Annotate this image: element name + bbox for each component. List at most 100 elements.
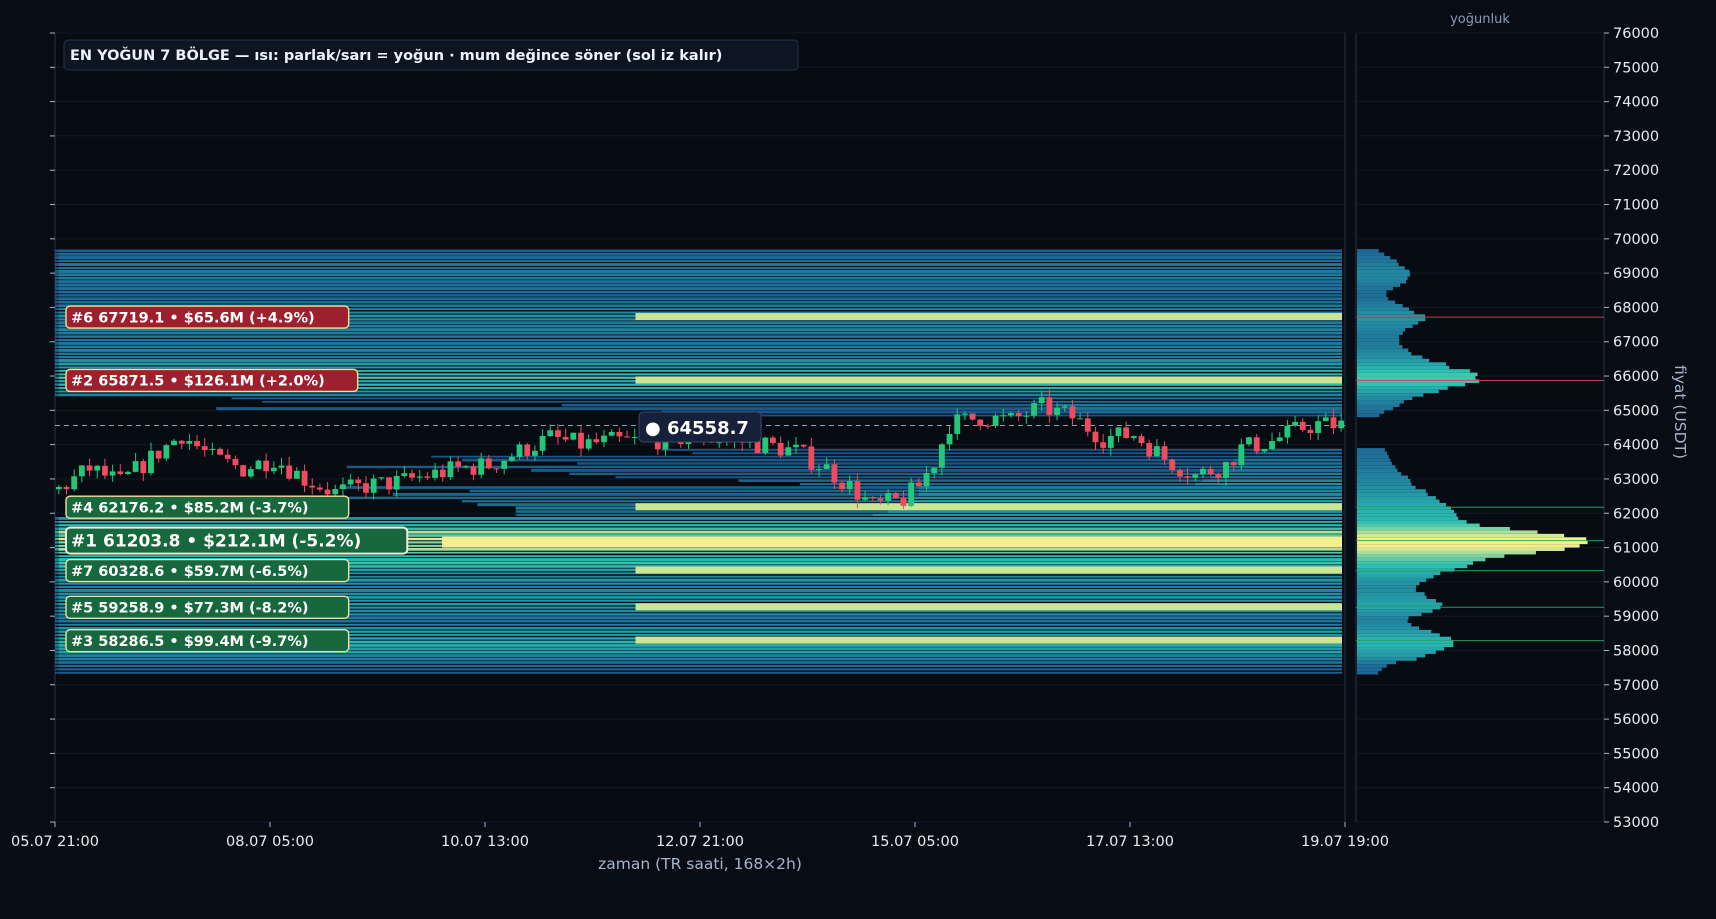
candle-body — [770, 437, 776, 443]
profile-bar — [1357, 482, 1412, 486]
profile-bar — [1357, 389, 1439, 394]
candle-body — [808, 446, 815, 470]
heat-band-trail — [431, 455, 1342, 458]
candle-body — [1261, 449, 1268, 452]
candle-body — [816, 468, 822, 470]
candle-body — [1061, 406, 1068, 408]
profile-bar — [1357, 585, 1417, 589]
candle-body — [194, 441, 200, 447]
profile-bar — [1357, 331, 1403, 335]
y-tick-label: 54000 — [1613, 781, 1659, 797]
candle-body — [1153, 446, 1160, 457]
profile-bar — [1357, 609, 1433, 613]
profile-bar — [1357, 317, 1426, 322]
profile-bar — [1357, 623, 1412, 627]
candle-body — [931, 467, 938, 473]
candle-body — [624, 436, 630, 438]
profile-bar — [1357, 547, 1565, 551]
profile-bar — [1357, 358, 1430, 363]
candle-body — [155, 450, 162, 459]
zone-band — [635, 636, 1342, 644]
profile-bar — [1357, 286, 1394, 291]
heat-band — [58, 283, 1343, 287]
candle-body — [555, 430, 561, 437]
x-tick-label: 08.07 05:00 — [226, 834, 314, 850]
y-tick-label: 61000 — [1613, 541, 1659, 557]
candle-body — [1146, 443, 1153, 457]
candle-body — [1292, 421, 1299, 426]
profile-bar — [1357, 533, 1565, 538]
candle-body — [1161, 446, 1168, 460]
candle-body — [1077, 418, 1084, 420]
candle-body — [570, 432, 577, 440]
profile-bar — [1357, 283, 1401, 287]
heat-band — [58, 287, 1343, 290]
candle-body — [293, 470, 300, 479]
candle-body — [255, 460, 262, 470]
profile-bar — [1357, 352, 1412, 356]
candle-body — [869, 497, 876, 499]
candle-body — [900, 497, 907, 507]
profile-bar — [1357, 485, 1416, 490]
y-tick-label: 63000 — [1613, 472, 1659, 488]
profile-bar — [1357, 465, 1396, 469]
profile-bar — [1357, 636, 1452, 641]
grid — [54, 32, 1605, 823]
y-tick-label: 60000 — [1613, 575, 1659, 591]
candle-body — [1276, 437, 1283, 442]
candle-body — [1023, 415, 1030, 417]
candle-body — [1069, 406, 1076, 419]
candle-body — [424, 476, 431, 478]
profile-bar — [1357, 396, 1413, 401]
heat-band — [58, 585, 1343, 589]
candle-body — [1008, 413, 1014, 416]
heat-band — [1241, 455, 1342, 458]
heat-band-trail — [346, 465, 1342, 469]
profile-bar — [1357, 513, 1457, 517]
profile-bar — [1357, 293, 1387, 298]
candle-body — [163, 445, 170, 459]
candle-body — [1107, 435, 1114, 448]
y-tick-label: 64000 — [1613, 438, 1659, 454]
profile-bar — [1357, 588, 1416, 593]
heat-band — [1202, 479, 1342, 482]
heat-band — [58, 661, 1343, 664]
zone-label: #4 62176.2 • $85.2M (-3.7%) — [71, 500, 309, 516]
candle-body — [992, 415, 999, 426]
candle-body — [1322, 417, 1329, 422]
profile-bar — [1357, 564, 1468, 569]
candle-body — [94, 465, 101, 471]
candle-body — [531, 450, 538, 456]
profile-bar — [1357, 269, 1410, 274]
candle-body — [316, 487, 323, 490]
zone-label: #6 67719.1 • $65.6M (+4.9%) — [71, 310, 315, 326]
profile-bar — [1357, 338, 1400, 342]
profile-bar — [1357, 653, 1426, 658]
candle-body — [1284, 425, 1291, 438]
candle-body — [309, 485, 316, 488]
candle-body — [201, 446, 208, 451]
profile-bar — [1357, 410, 1385, 414]
candle-body — [938, 444, 945, 468]
candle-body — [132, 461, 139, 472]
candle-body — [1054, 407, 1060, 415]
heat-band — [1057, 403, 1342, 407]
heat-band — [1049, 400, 1342, 403]
zone-band — [442, 536, 1342, 548]
candle-body — [501, 460, 508, 469]
profile-bar — [1357, 509, 1455, 514]
heat-band — [58, 668, 1343, 671]
y-tick-label: 56000 — [1613, 712, 1659, 728]
candle-body — [1246, 437, 1252, 445]
zone-band — [635, 503, 1342, 511]
candle-body — [455, 461, 462, 467]
y-tick-label: 55000 — [1613, 746, 1659, 762]
y-tick-label: 75000 — [1613, 60, 1659, 76]
profile-bar — [1357, 502, 1447, 507]
profile-bar — [1357, 266, 1405, 270]
candle-body — [1031, 403, 1037, 416]
candle-body — [1169, 459, 1176, 471]
heat-band — [58, 331, 1343, 335]
profile-bar — [1357, 386, 1448, 390]
candle-body — [409, 473, 415, 478]
